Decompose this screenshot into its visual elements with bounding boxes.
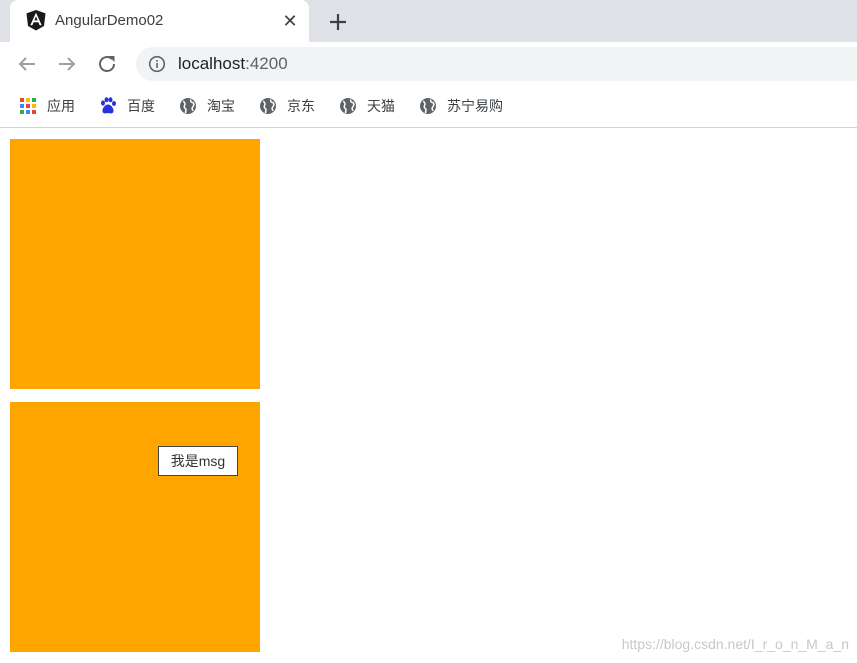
bookmark-taobao[interactable]: 淘宝 <box>179 95 235 117</box>
bookmark-label: 应用 <box>47 98 75 114</box>
orange-box-top <box>10 139 260 389</box>
bookmark-label: 淘宝 <box>207 98 235 114</box>
globe-icon <box>260 98 276 114</box>
reload-icon[interactable] <box>95 52 119 76</box>
msg-box: 我是msg <box>158 446 238 476</box>
browser-toolbar: localhost:4200 <box>0 42 857 86</box>
bookmark-label: 京东 <box>287 98 315 114</box>
globe-icon <box>340 98 356 114</box>
watermark: https://blog.csdn.net/I_r_o_n_M_a_n <box>621 636 849 652</box>
url-port: :4200 <box>245 54 288 73</box>
bookmark-baidu[interactable]: 百度 <box>99 95 155 117</box>
tab-strip: AngularDemo02 ✕ <box>0 0 857 42</box>
info-icon[interactable] <box>148 55 166 73</box>
apps-grid-icon <box>20 98 36 114</box>
bookmark-label: 苏宁易购 <box>447 98 503 114</box>
forward-arrow-icon[interactable] <box>55 52 79 76</box>
baidu-paw-icon <box>101 97 116 114</box>
orange-box-bottom: 我是msg <box>10 402 260 652</box>
tab-close-icon[interactable]: ✕ <box>280 11 300 31</box>
address-bar[interactable]: localhost:4200 <box>136 47 857 81</box>
url-text: localhost:4200 <box>178 54 288 74</box>
tab-title: AngularDemo02 <box>55 12 164 29</box>
globe-icon <box>180 98 196 114</box>
angular-logo-icon <box>26 10 46 31</box>
new-tab-plus-icon[interactable] <box>326 10 350 34</box>
bookmark-apps[interactable]: 应用 <box>19 95 75 117</box>
bookmark-label: 百度 <box>127 98 155 114</box>
back-arrow-icon[interactable] <box>15 52 39 76</box>
bookmark-jd[interactable]: 京东 <box>259 95 315 117</box>
url-host: localhost <box>178 54 246 73</box>
globe-icon <box>420 98 436 114</box>
bookmarks-bar: 应用 百度 淘宝 京东 天猫 苏宁易购 <box>0 86 857 128</box>
bookmark-suning[interactable]: 苏宁易购 <box>419 95 503 117</box>
bookmark-tmall[interactable]: 天猫 <box>339 95 395 117</box>
browser-tab[interactable]: AngularDemo02 ✕ <box>10 0 309 42</box>
bookmark-label: 天猫 <box>367 98 395 114</box>
